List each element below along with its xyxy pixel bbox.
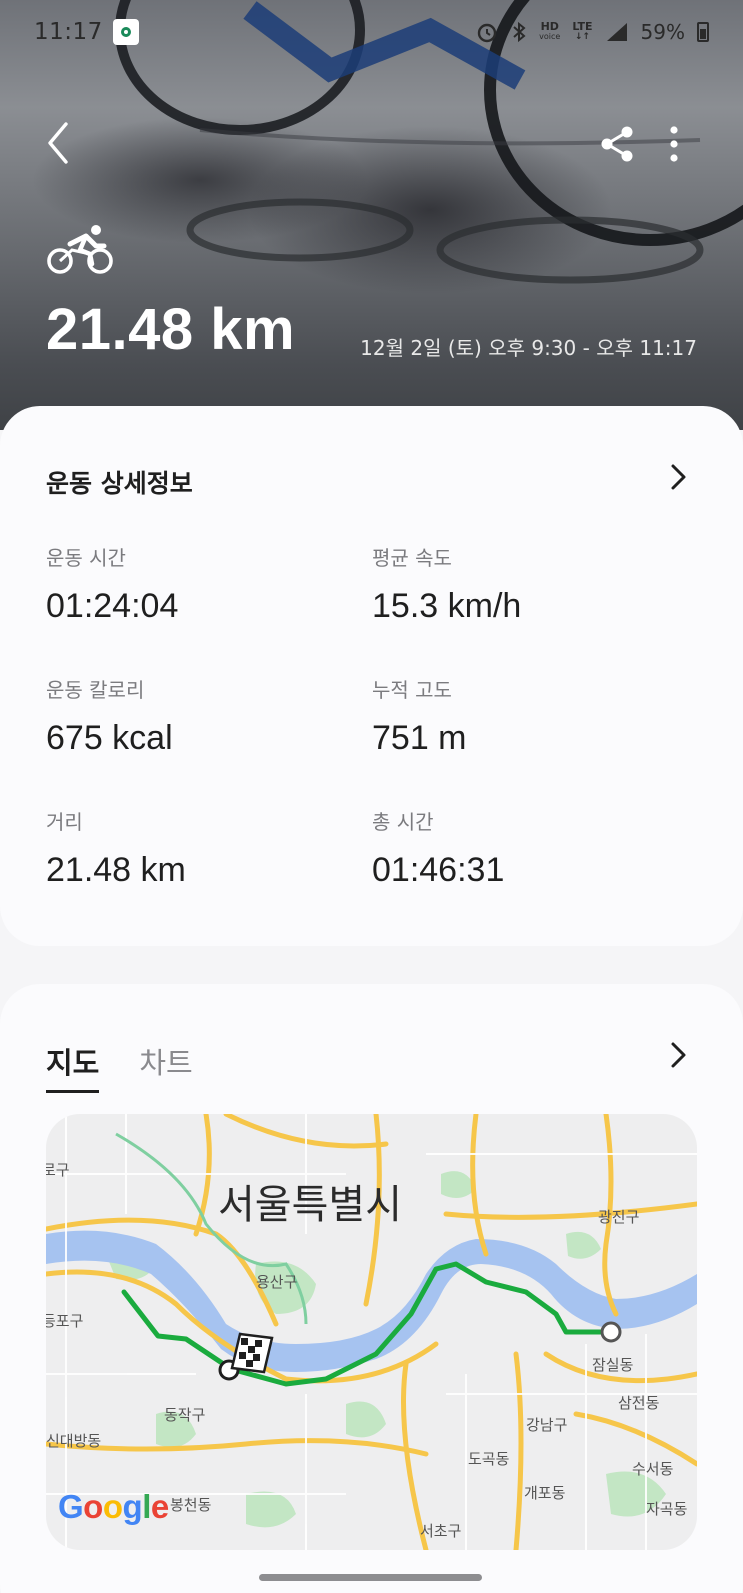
workout-datetime: 12월 2일 (토) 오후 9:30 - 오후 11:17 xyxy=(360,336,697,360)
map-chart-tabs: 지도 차트 xyxy=(46,1040,193,1093)
map-city-label: 서울특별시 xyxy=(218,1182,402,1228)
stat-label: 운동 시간 xyxy=(46,546,126,570)
map-place-label: 신대방동 xyxy=(46,1432,102,1450)
tab-chart[interactable]: 차트 xyxy=(139,1040,192,1093)
map-place-label: 자곡동 xyxy=(646,1500,688,1518)
map-place-label: 강남구 xyxy=(526,1416,568,1434)
map-place-label: 서초구 xyxy=(420,1522,462,1540)
map-place-label: 봉천동 xyxy=(170,1496,212,1514)
route-end-marker xyxy=(600,1321,622,1343)
share-button[interactable] xyxy=(598,124,638,164)
stat-value: 15.3 km/h xyxy=(372,587,522,625)
stat-value: 01:46:31 xyxy=(372,851,505,889)
bluetooth-icon xyxy=(513,21,526,43)
stat-value: 01:24:04 xyxy=(46,587,179,625)
tab-map[interactable]: 지도 xyxy=(46,1040,100,1093)
stat-distance: 거리 21.48 km xyxy=(46,806,186,890)
map-chevron-right-icon[interactable] xyxy=(666,1040,690,1070)
back-button[interactable] xyxy=(40,118,84,168)
stat-average-speed: 평균 속도 15.3 km/h xyxy=(372,542,521,626)
status-indicators: HD voice LTE ↓↑ 59% xyxy=(475,20,709,44)
app-notification-icon xyxy=(112,19,139,45)
workout-details-card: 운동 상세정보 운동 시간 01:24:04 평균 속도 15.3 km/h 운… xyxy=(0,406,743,946)
hd-voice-indicator: HD voice xyxy=(539,20,561,41)
route-map-card: 지도 차트 서울특별시 광진구 용산구 잠실동 삼전동 강남구 동작구 도곡동 … xyxy=(0,984,743,1593)
stat-value: 751 m xyxy=(372,719,467,757)
stat-elevation-gain: 누적 고도 751 m xyxy=(372,674,467,758)
bicycle-background-image xyxy=(115,0,743,284)
home-indicator[interactable] xyxy=(259,1574,482,1581)
map-place-label: 잠실동 xyxy=(592,1356,634,1374)
details-title: 운동 상세정보 xyxy=(46,469,193,498)
map-place-label: 삼전동 xyxy=(618,1394,660,1412)
bicycle-icon xyxy=(47,225,113,274)
stat-value: 675 kcal xyxy=(46,719,173,757)
stat-label: 거리 xyxy=(46,810,83,834)
battery-percent: 59% xyxy=(640,20,685,44)
alarm-icon xyxy=(477,23,497,43)
map-place-label: 로구 xyxy=(46,1161,70,1179)
stat-value: 21.48 km xyxy=(46,851,186,889)
map-place-label: 광진구 xyxy=(598,1208,640,1226)
workout-distance: 21.48 km xyxy=(46,297,296,362)
lte-indicator: LTE ↓↑ xyxy=(572,20,593,42)
signal-icon xyxy=(606,23,627,41)
details-chevron-right-icon[interactable] xyxy=(666,462,690,492)
stat-label: 운동 칼로리 xyxy=(46,678,145,702)
map-place-label: 수서동 xyxy=(632,1460,674,1478)
map-place-label: 개포동 xyxy=(524,1484,566,1502)
map-place-label: 도곡동 xyxy=(468,1450,510,1468)
map-place-label: 용산구 xyxy=(256,1273,298,1291)
stat-label: 총 시간 xyxy=(372,810,434,834)
stat-workout-time: 운동 시간 01:24:04 xyxy=(46,542,178,626)
status-bar: 11:17 HD voice LTE ↓↑ 59% xyxy=(0,0,743,64)
stat-label: 누적 고도 xyxy=(372,678,452,702)
stat-calories: 운동 칼로리 675 kcal xyxy=(46,674,173,758)
battery-icon xyxy=(697,22,709,42)
han-river xyxy=(46,1230,697,1372)
more-options-button[interactable] xyxy=(662,124,686,164)
status-time: 11:17 xyxy=(34,19,103,45)
google-attribution-logo: Google xyxy=(58,1488,169,1525)
stat-total-time: 총 시간 01:46:31 xyxy=(372,806,504,890)
hero-banner: 11:17 HD voice LTE ↓↑ 59% 21.48 km 12월 2… xyxy=(0,0,743,430)
route-map[interactable]: 서울특별시 광진구 용산구 잠실동 삼전동 강남구 동작구 도곡동 수서동 개포… xyxy=(46,1114,697,1550)
map-place-label: 동작구 xyxy=(164,1406,206,1424)
stat-label: 평균 속도 xyxy=(372,546,452,570)
map-place-label: 등포구 xyxy=(46,1312,84,1330)
